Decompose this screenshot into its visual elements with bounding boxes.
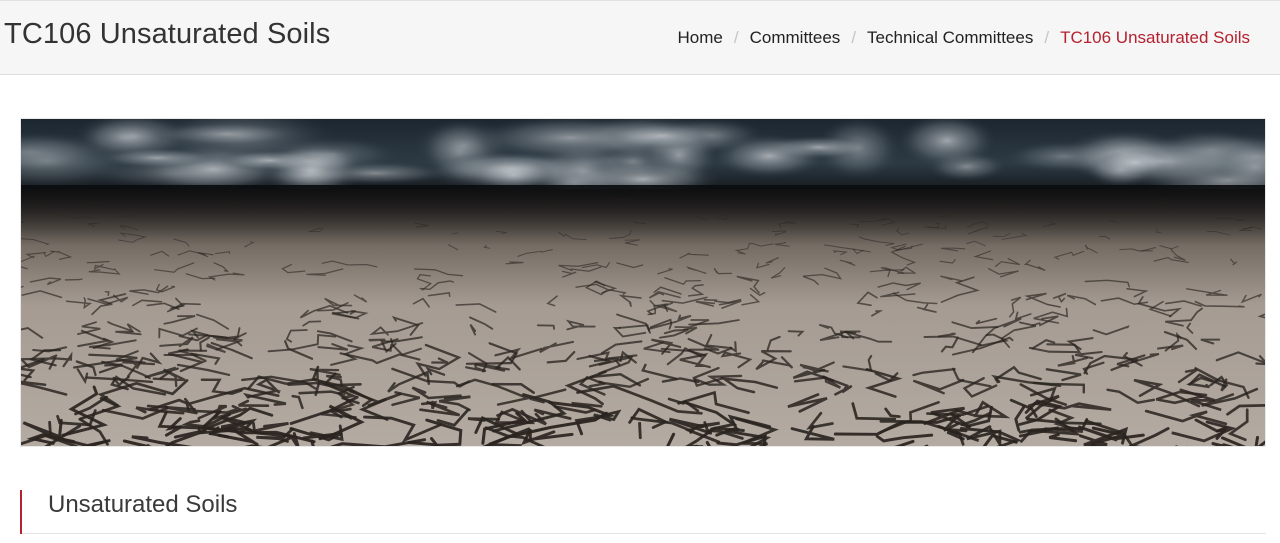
breadcrumb-technical-committees[interactable]: Technical Committees <box>867 28 1033 48</box>
breadcrumb-home[interactable]: Home <box>678 28 723 48</box>
breadcrumb-current: TC106 Unsaturated Soils <box>1060 28 1250 47</box>
section-title: Unsaturated Soils <box>48 491 238 518</box>
breadcrumb: Home / Committees / Technical Committees… <box>678 28 1250 48</box>
cracked-earth-image <box>21 119 1265 446</box>
page-title: TC106 Unsaturated Soils <box>4 18 331 50</box>
breadcrumb-separator: / <box>733 28 739 47</box>
breadcrumb-committees[interactable]: Committees <box>750 28 841 48</box>
section-heading: Unsaturated Soils <box>20 490 1266 534</box>
heading-accent-bar <box>20 490 22 534</box>
breadcrumb-separator: / <box>851 28 857 47</box>
breadcrumb-separator: / <box>1044 28 1050 47</box>
page-header: TC106 Unsaturated Soils Home / Committee… <box>0 0 1280 75</box>
banner-image <box>20 118 1266 447</box>
